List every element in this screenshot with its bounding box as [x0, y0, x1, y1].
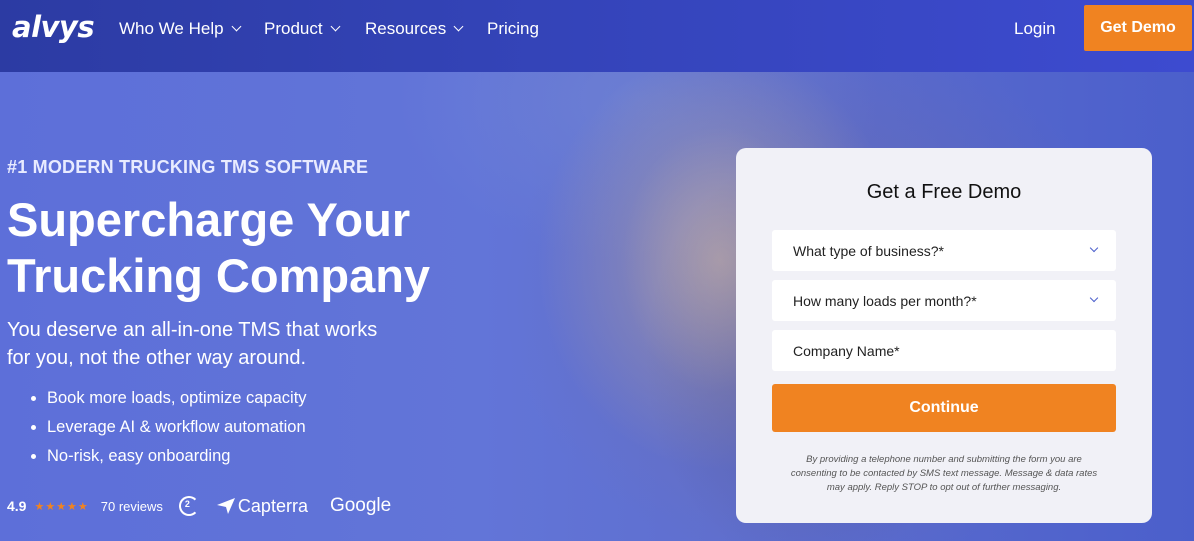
nav-resources[interactable]: Resources [365, 19, 464, 39]
disclaimer-line: By providing a telephone number and subm… [806, 454, 1082, 465]
google-logo[interactable]: Google [330, 495, 391, 517]
chevron-down-icon [453, 21, 464, 32]
nav-item-label: Who We Help [119, 19, 224, 38]
logo[interactable]: alvys [12, 10, 95, 44]
nav-product[interactable]: Product [264, 19, 341, 39]
nav-item-label: Product [264, 19, 323, 38]
chevron-down-icon [1089, 243, 1099, 253]
hero-subheading: You deserve an all-in-one TMS that works… [7, 316, 427, 372]
form-title: Get a Free Demo [866, 181, 1022, 203]
nav-item-label: Pricing [487, 19, 539, 38]
capterra-label: Capterra [237, 495, 308, 516]
feature-list: Book more loads, optimize capacity Lever… [28, 386, 307, 473]
login-link[interactable]: Login [1014, 19, 1056, 39]
company-name-field[interactable]: Company Name* [772, 330, 1116, 371]
top-navigation: alvys Who We Help Product Resources Pric… [0, 0, 1194, 72]
sms-disclaimer: By providing a telephone number and subm… [772, 453, 1116, 495]
g2-logo-icon[interactable]: G22 [178, 496, 199, 516]
headline-line: Trucking Company [7, 249, 431, 302]
hero-headline: Supercharge Your Trucking Company [7, 192, 527, 304]
star-rating-icon: ★★★★★ [34, 500, 89, 513]
feature-item: Book more loads, optimize capacity [47, 386, 307, 415]
chevron-down-icon [231, 21, 242, 32]
demo-form: Get a Free Demo What type of business?* … [736, 148, 1152, 523]
capterra-arrow-icon [216, 498, 235, 514]
business-type-select[interactable]: What type of business?* [772, 230, 1116, 271]
feature-item: No-risk, easy onboarding [47, 444, 307, 473]
nav-pricing[interactable]: Pricing [487, 19, 539, 39]
chevron-down-icon [1089, 293, 1099, 303]
headline-line: Supercharge Your [7, 193, 411, 246]
loads-per-month-select[interactable]: How many loads per month?* [772, 280, 1116, 321]
get-demo-button[interactable]: Get Demo [1084, 5, 1192, 51]
select-placeholder: What type of business?* [793, 242, 944, 259]
subheading-line: You deserve an all-in-one TMS that works [7, 319, 378, 341]
continue-button[interactable]: Continue [772, 384, 1116, 432]
review-count: 70 reviews [100, 498, 163, 514]
rating-row: 4.9 ★★★★★ 70 reviews G22 Capterra Google [7, 494, 391, 518]
input-placeholder: Company Name* [793, 342, 900, 359]
chevron-down-icon [330, 21, 341, 32]
disclaimer-line: consenting to be contacted by SMS text m… [790, 468, 1098, 479]
nav-item-label: Resources [365, 19, 447, 38]
capterra-logo[interactable]: Capterra [216, 495, 308, 517]
disclaimer-line: may apply. Reply STOP to opt out of furt… [826, 482, 1062, 493]
hero-eyebrow: #1 MODERN TRUCKING TMS SOFTWARE [7, 157, 369, 177]
select-placeholder: How many loads per month?* [793, 292, 977, 309]
feature-item: Leverage AI & workflow automation [47, 415, 307, 444]
rating-score: 4.9 [7, 498, 27, 514]
subheading-line: for you, not the other way around. [7, 347, 307, 369]
nav-who-we-help[interactable]: Who We Help [119, 19, 242, 39]
